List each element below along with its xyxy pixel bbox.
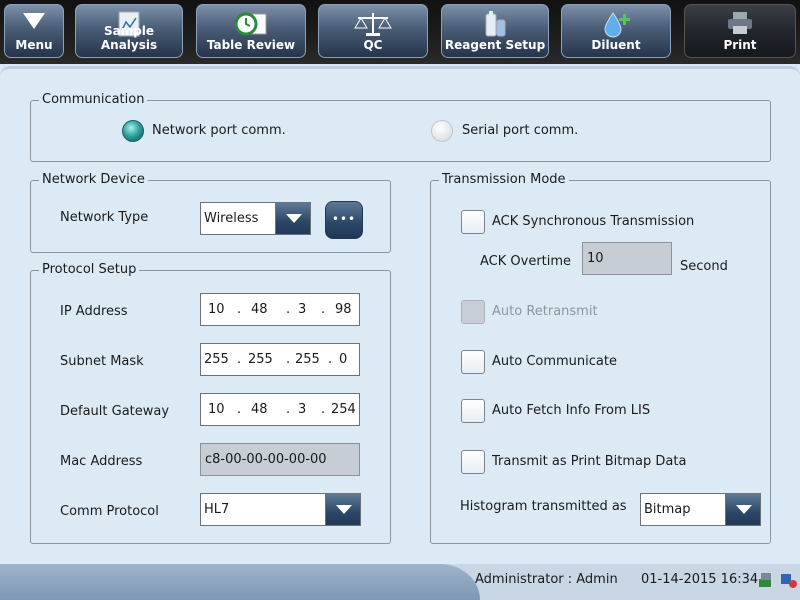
menu-button[interactable]: Menu [4, 4, 64, 58]
subnet-octet-2: 255 [248, 352, 273, 367]
clock-table-icon [234, 12, 267, 36]
auto-communicate-checkbox[interactable] [461, 350, 485, 374]
subnet-dot: . [286, 352, 291, 367]
water-drop-plus-icon [604, 12, 630, 38]
auto-retransmit-checkbox [461, 300, 485, 324]
histogram-format-select[interactable]: Bitmap [640, 493, 761, 526]
comm-protocol-value: HL7 [204, 502, 230, 517]
device-status-icon [781, 574, 797, 588]
gateway-octet-3: 3 [298, 402, 307, 417]
ip-dot: . [286, 302, 291, 317]
comm-protocol-select[interactable]: HL7 [200, 493, 361, 526]
chevron-down-icon [23, 13, 45, 29]
ip-address-field[interactable]: 10 . 48 . 3 . 98 [200, 293, 360, 326]
network-settings-more-button[interactable] [325, 201, 363, 239]
table-review-button[interactable]: Table Review [196, 4, 306, 58]
settings-panel: Communication Network port comm. Serial … [0, 66, 800, 564]
auto-fetch-checkbox[interactable] [461, 399, 485, 423]
print-button[interactable]: Print [684, 4, 796, 58]
ip-dot: . [321, 302, 326, 317]
subnet-octet-1: 255 [204, 352, 229, 367]
sample-analysis-button[interactable]: Sample Analysis [75, 4, 183, 58]
ip-octet-3: 3 [298, 302, 307, 317]
subnet-dot: . [237, 352, 242, 367]
ack-sync-label: ACK Synchronous Transmission [492, 214, 695, 229]
gateway-octet-2: 48 [251, 402, 268, 417]
reagent-bottle-icon [485, 11, 506, 37]
serial-port-radio[interactable] [431, 120, 453, 142]
histogram-label: Histogram transmitted as [460, 499, 627, 514]
subnet-mask-field[interactable]: 255 . 255 . 255 . 0 [200, 343, 360, 376]
network-port-label: Network port comm. [152, 123, 286, 138]
default-gateway-label: Default Gateway [60, 404, 170, 419]
menu-label: Menu [15, 38, 53, 52]
gateway-octet-1: 10 [208, 402, 225, 417]
diluent-label: Diluent [591, 38, 641, 52]
subnet-octet-3: 255 [295, 352, 320, 367]
ip-octet-4: 98 [335, 302, 352, 317]
reagent-setup-button[interactable]: Reagent Setup [441, 4, 549, 58]
status-bar: Administrator : Admin 01-14-2015 16:34 [0, 564, 800, 600]
auto-retransmit-label: Auto Retransmit [492, 304, 598, 319]
network-status-icon [759, 573, 771, 587]
gateway-dot: . [321, 402, 326, 417]
chevron-down-icon[interactable] [725, 494, 760, 525]
ack-overtime-field[interactable]: 10 [582, 242, 672, 275]
table-review-label: Table Review [206, 38, 296, 52]
ip-address-label: IP Address [60, 304, 128, 319]
serial-port-label: Serial port comm. [462, 123, 579, 138]
status-bar-decoration [0, 564, 480, 600]
default-gateway-field[interactable]: 10 . 48 . 3 . 254 [200, 393, 360, 426]
subnet-dot: . [328, 352, 333, 367]
ack-overtime-label: ACK Overtime [480, 254, 572, 269]
auto-fetch-label: Auto Fetch Info From LIS [492, 403, 651, 418]
subnet-octet-4: 0 [339, 352, 348, 367]
printer-icon [728, 12, 752, 34]
second-unit-label: Second [680, 259, 728, 274]
mac-address-field: c8-00-00-00-00-00 [200, 443, 360, 476]
comm-protocol-label: Comm Protocol [60, 504, 159, 519]
histogram-format-value: Bitmap [644, 502, 691, 517]
gateway-dot: . [237, 402, 242, 417]
network-type-label: Network Type [60, 210, 149, 225]
scale-icon [354, 13, 392, 36]
protocol-setup-title: Protocol Setup [39, 262, 140, 277]
diluent-button[interactable]: Diluent [561, 4, 671, 58]
network-port-radio[interactable] [122, 120, 144, 142]
ip-octet-1: 10 [208, 302, 225, 317]
transmit-bitmap-checkbox[interactable] [461, 450, 485, 474]
qc-button[interactable]: QC [318, 4, 428, 58]
network-type-value: Wireless [204, 211, 259, 226]
communication-group: Communication Network port comm. Serial … [30, 92, 771, 162]
communication-title: Communication [39, 92, 148, 107]
sample-analysis-label: Sample Analysis [100, 24, 158, 52]
protocol-setup-group: Protocol Setup IP Address 10 . 48 . 3 . … [30, 262, 391, 544]
date-time: 01-14-2015 16:34 [641, 572, 759, 587]
chevron-down-icon[interactable] [325, 494, 360, 525]
print-label: Print [723, 38, 757, 52]
mac-address-label: Mac Address [60, 454, 143, 469]
network-device-title: Network Device [39, 172, 148, 187]
current-user: Administrator : Admin [475, 572, 618, 587]
transmit-bitmap-label: Transmit as Print Bitmap Data [492, 454, 687, 469]
transmission-mode-group: Transmission Mode ACK Synchronous Transm… [430, 172, 771, 544]
ip-dot: . [237, 302, 242, 317]
gateway-octet-4: 254 [331, 402, 356, 417]
reagent-setup-label: Reagent Setup [444, 38, 546, 52]
auto-communicate-label: Auto Communicate [492, 354, 617, 369]
ip-octet-2: 48 [251, 302, 268, 317]
ack-sync-checkbox[interactable] [461, 210, 485, 234]
network-device-group: Network Device Network Type Wireless [30, 172, 391, 253]
chevron-down-icon[interactable] [275, 203, 310, 234]
gateway-dot: . [286, 402, 291, 417]
subnet-mask-label: Subnet Mask [60, 354, 144, 369]
top-toolbar: Menu Sample Analysis Table Review QC Rea… [0, 0, 800, 64]
transmission-mode-title: Transmission Mode [439, 172, 569, 187]
network-type-select[interactable]: Wireless [200, 202, 311, 235]
qc-label: QC [363, 38, 383, 52]
